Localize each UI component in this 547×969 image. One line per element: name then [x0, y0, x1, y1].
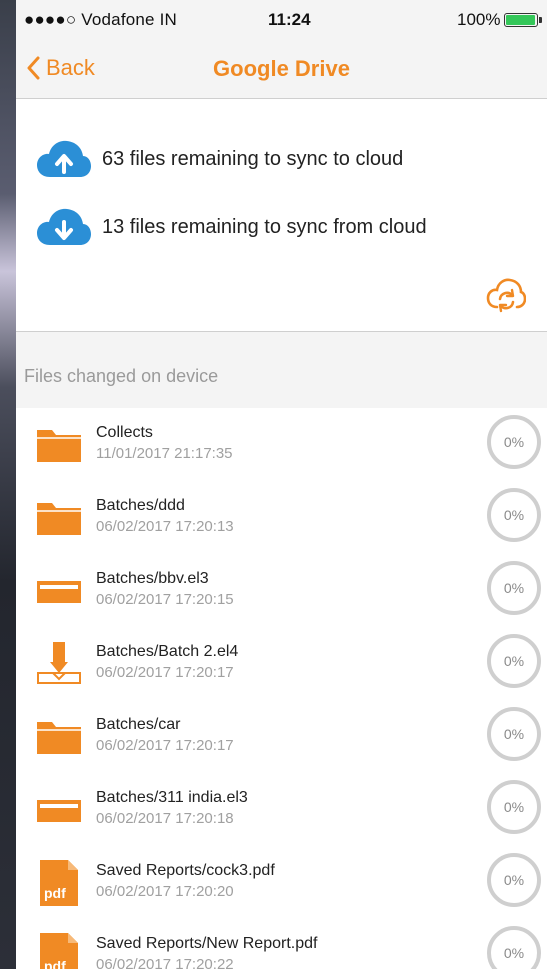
- el4-file-icon: [36, 641, 82, 687]
- svg-text:pdf: pdf: [44, 885, 66, 901]
- file-date: 06/02/2017 17:20:18: [96, 810, 234, 827]
- file-date: 06/02/2017 17:20:20: [96, 883, 234, 900]
- file-row[interactable]: Batches/ddd 06/02/2017 17:20:13 0%: [16, 481, 547, 554]
- file-name: Batches/car: [96, 716, 181, 733]
- folder-icon: [36, 422, 82, 468]
- pdf-file-icon: pdf: [36, 933, 82, 969]
- page-title: Google Drive: [213, 56, 350, 81]
- file-row[interactable]: Batches/bbv.el3 06/02/2017 17:20:15 0%: [16, 554, 547, 627]
- file-name: Saved Reports/cock3.pdf: [96, 862, 275, 879]
- section-header: Files changed on device: [16, 332, 547, 409]
- file-list: Collects 11/01/2017 21:17:35 0% Batches/dd…: [16, 408, 547, 969]
- app-screen: ●●●●○ Vodafone IN 11:24 100% Back Google…: [16, 0, 547, 969]
- upload-status-text: 63 files remaining to sync to cloud: [102, 147, 404, 170]
- progress-percent: 0%: [503, 434, 525, 450]
- back-label: Back: [46, 55, 95, 80]
- progress-percent: 0%: [503, 507, 525, 523]
- progress-percent: 0%: [503, 653, 525, 669]
- clock: 11:24: [268, 10, 311, 29]
- carrier-label: ●●●●○ Vodafone IN: [24, 10, 178, 29]
- progress-percent: 0%: [503, 799, 525, 815]
- back-button[interactable]: Back: [26, 50, 95, 86]
- battery-percent: 100%: [457, 10, 501, 29]
- section-title: Files changed on device: [24, 366, 219, 386]
- pdf-file-icon: pdf: [36, 860, 82, 906]
- svg-text:pdf: pdf: [44, 958, 66, 969]
- file-row[interactable]: pdf Saved Reports/New Report.pdf 06/02/20…: [16, 919, 547, 969]
- file-name: Saved Reports/New Report.pdf: [96, 935, 318, 952]
- battery-icon: [504, 13, 538, 27]
- download-status: 13 files remaining to sync from cloud: [36, 207, 427, 247]
- cloud-upload-icon: [37, 140, 91, 177]
- folder-icon: [36, 714, 82, 760]
- file-date: 06/02/2017 17:20:15: [96, 591, 234, 608]
- el3-file-icon: [36, 568, 82, 614]
- cloud-sync-icon[interactable]: [486, 277, 526, 313]
- file-row[interactable]: Collects 11/01/2017 21:17:35 0%: [16, 408, 547, 481]
- file-row[interactable]: Batches/311 india.el3 06/02/2017 17:20:18…: [16, 773, 547, 846]
- status-bar: ●●●●○ Vodafone IN 11:24 100%: [16, 0, 547, 40]
- wallpaper-edge: [0, 0, 16, 969]
- sync-status-panel: 63 files remaining to sync to cloud 13 f…: [16, 99, 547, 332]
- progress-percent: 0%: [503, 580, 525, 596]
- el3-file-icon: [36, 787, 82, 833]
- file-row[interactable]: pdf Saved Reports/cock3.pdf 06/02/2017 17…: [16, 846, 547, 919]
- progress-percent: 0%: [503, 872, 525, 888]
- chevron-left-icon: [27, 56, 40, 80]
- battery-tip: [539, 17, 542, 23]
- progress-percent: 0%: [503, 726, 525, 742]
- file-row[interactable]: Batches/car 06/02/2017 17:20:17 0%: [16, 700, 547, 773]
- file-date: 06/02/2017 17:20:13: [96, 518, 234, 535]
- file-date: 06/02/2017 17:20:17: [96, 664, 234, 681]
- file-date: 11/01/2017 21:17:35: [96, 445, 233, 462]
- folder-icon: [36, 495, 82, 541]
- upload-status: 63 files remaining to sync to cloud: [36, 139, 403, 179]
- download-status-text: 13 files remaining to sync from cloud: [102, 215, 427, 238]
- cloud-download-icon: [37, 208, 91, 245]
- file-name: Batches/311 india.el3: [96, 789, 248, 806]
- file-date: 06/02/2017 17:20:22: [96, 956, 234, 969]
- file-name: Collects: [96, 424, 153, 441]
- progress-percent: 0%: [503, 945, 525, 961]
- file-name: Batches/Batch 2.el4: [96, 643, 239, 660]
- navigation-bar: Back Google Drive: [16, 40, 547, 99]
- file-row[interactable]: Batches/Batch 2.el4 06/02/2017 17:20:17 0%: [16, 627, 547, 700]
- file-name: Batches/bbv.el3: [96, 570, 209, 587]
- file-date: 06/02/2017 17:20:17: [96, 737, 234, 754]
- file-name: Batches/ddd: [96, 497, 185, 514]
